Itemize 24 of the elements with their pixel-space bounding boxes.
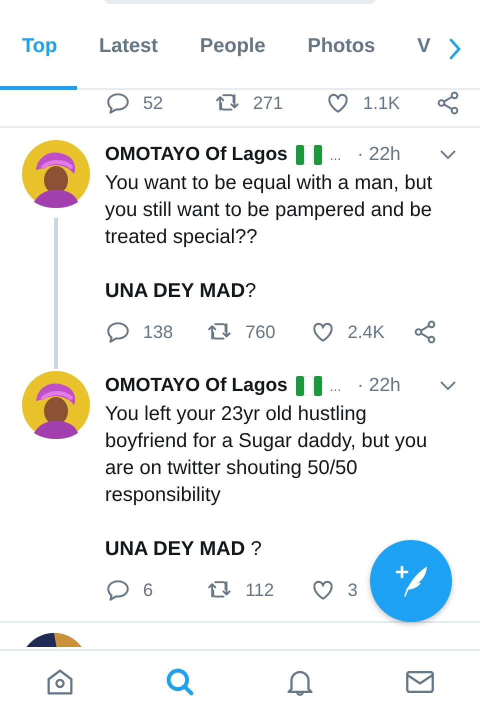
tab[interactable]: V	[397, 6, 451, 90]
tweet-text: You want to be equal with a man, but you still want to be pampered and be treated special??	[105, 171, 434, 250]
more-text: ...	[330, 376, 342, 396]
count: 1.1K	[363, 92, 400, 114]
count: 138	[143, 320, 174, 344]
count: 271	[253, 92, 284, 114]
tab[interactable]: Photos	[287, 6, 396, 90]
user-name[interactable]: OMOTAYO Of Lagos	[105, 140, 288, 170]
count: 2.4K	[348, 320, 385, 344]
count: 3	[348, 578, 358, 602]
timestamp: · 22h	[357, 142, 401, 167]
tab[interactable]: People	[180, 6, 286, 90]
count: 112	[245, 578, 274, 602]
count: 52	[143, 92, 164, 114]
count: 6	[143, 578, 154, 602]
user-name[interactable]: OMOTAYO Of Lagos	[105, 372, 288, 400]
tab[interactable]: Latest	[79, 6, 178, 90]
more-text: ...	[330, 146, 342, 164]
timestamp: · 22h	[357, 374, 401, 398]
tab[interactable]: Top	[0, 6, 77, 90]
count: 760	[245, 320, 276, 344]
tweet-text: UNA DEY MAD ?	[105, 537, 263, 562]
tweet-text: UNA DEY MAD?	[105, 279, 258, 304]
tweet-text: You left your 23yr old hustling boyfriend for a Sugar daddy, but you are on twitter shouting 50/50 responsibility	[105, 402, 428, 508]
